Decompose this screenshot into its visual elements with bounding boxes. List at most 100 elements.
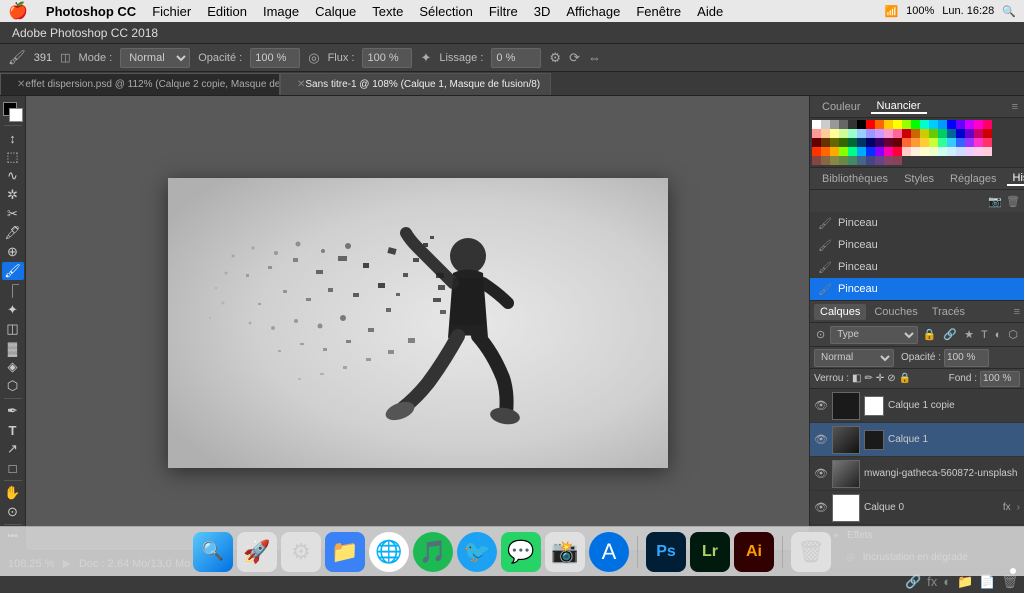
swatch-63[interactable] (839, 147, 848, 156)
swatch-46[interactable] (866, 138, 875, 147)
dock-messages[interactable]: 💬 (501, 532, 541, 572)
swatch-13[interactable] (929, 120, 938, 129)
swatch-53[interactable] (929, 138, 938, 147)
swatch-77[interactable] (965, 147, 974, 156)
layer-row-2[interactable]: 👁 Calque 1 (810, 423, 1024, 457)
swatch-35[interactable] (947, 129, 956, 138)
swatch-69[interactable] (893, 147, 902, 156)
swatch-30[interactable] (902, 129, 911, 138)
swatch-40[interactable] (812, 138, 821, 147)
dock-files[interactable]: 📁 (325, 532, 365, 572)
swatch-56[interactable] (956, 138, 965, 147)
history-item-3[interactable]: 🖌 Pinceau (810, 256, 1024, 278)
dock-twitter[interactable]: 🐦 (457, 532, 497, 572)
layer-row-1[interactable]: 👁 Calque 1 copie (810, 389, 1024, 423)
settings-icon[interactable]: ⚙ (549, 50, 561, 66)
dodge-btn[interactable]: ⬡ (2, 377, 24, 395)
swatch-68[interactable] (884, 147, 893, 156)
swatch-88[interactable] (884, 156, 893, 165)
crop-btn[interactable]: ✂ (2, 205, 24, 223)
swatch-62[interactable] (830, 147, 839, 156)
swatch-81[interactable] (821, 156, 830, 165)
swatch-55[interactable] (947, 138, 956, 147)
select-rect-btn[interactable]: ⬚ (2, 148, 24, 166)
swatch-54[interactable] (938, 138, 947, 147)
styles-tab[interactable]: Styles (898, 173, 940, 185)
calques-tab[interactable]: Calques (814, 304, 866, 320)
layer-3-visibility[interactable]: 👁 (814, 467, 828, 481)
swatch-70[interactable] (902, 147, 911, 156)
swatch-45[interactable] (857, 138, 866, 147)
dock-photos[interactable]: 📸 (545, 532, 585, 572)
swatch-89[interactable] (893, 156, 902, 165)
tab-2-close[interactable]: ✕ (297, 79, 305, 90)
dock-launchpad[interactable]: 🚀 (237, 532, 277, 572)
swatch-61[interactable] (821, 147, 830, 156)
swatch-24[interactable] (848, 129, 857, 138)
link-icon[interactable]: 🔗 (941, 328, 959, 341)
swatch-8[interactable] (884, 120, 893, 129)
swatch-51[interactable] (911, 138, 920, 147)
swatch-18[interactable] (974, 120, 983, 129)
swatch-9[interactable] (893, 120, 902, 129)
layer-2-visibility[interactable]: 👁 (814, 433, 828, 447)
delete-state-icon[interactable]: 🗑 (1006, 195, 1020, 208)
menu-calque[interactable]: Calque (307, 4, 364, 19)
swatch-65[interactable] (857, 147, 866, 156)
move-tool-btn[interactable]: ↕ (2, 129, 24, 147)
color-tab[interactable]: Couleur (816, 101, 867, 113)
swatch-21[interactable] (821, 129, 830, 138)
swatch-52[interactable] (920, 138, 929, 147)
menu-aide[interactable]: Aide (689, 4, 731, 19)
blur-btn[interactable]: ◈ (2, 358, 24, 376)
layer-1-visibility[interactable]: 👁 (814, 399, 828, 413)
historique-tab[interactable]: Historique (1007, 172, 1024, 186)
text-layer-icon[interactable]: T (979, 329, 990, 341)
dock-preferences[interactable]: ⚙ (281, 532, 321, 572)
swatch-80[interactable] (812, 156, 821, 165)
tab-1[interactable]: ✕ effet dispersion.psd @ 112% (Calque 2 … (0, 73, 280, 95)
swatch-37[interactable] (965, 129, 974, 138)
layer-opacity-input[interactable] (944, 349, 989, 367)
lock-icon[interactable]: 🔒 (921, 328, 939, 341)
panel-menu-icon[interactable]: ≡ (1012, 101, 1018, 113)
libraries-tab[interactable]: Bibliothèques (816, 173, 894, 185)
lasso-btn[interactable]: ∿ (2, 167, 24, 185)
spot-heal-btn[interactable]: ⊕ (2, 243, 24, 261)
swatch-87[interactable] (875, 156, 884, 165)
history-item-4[interactable]: 🖌 Pinceau (810, 278, 1024, 300)
swatch-23[interactable] (839, 129, 848, 138)
reglages-tab[interactable]: Réglages (944, 173, 1002, 185)
swatch-2[interactable] (830, 120, 839, 129)
swatch-73[interactable] (929, 147, 938, 156)
menu-texte[interactable]: Texte (364, 4, 411, 19)
add-style-icon[interactable]: fx (927, 574, 937, 589)
swatch-20[interactable] (812, 129, 821, 138)
clone-btn[interactable]: ⎾ (2, 281, 24, 300)
lock-all-icon[interactable]: 🔒 (899, 373, 911, 384)
swatch-16[interactable] (956, 120, 965, 129)
opacity-input[interactable] (250, 48, 300, 68)
swatch-50[interactable] (902, 138, 911, 147)
symmetry-icon[interactable]: ⇔ (588, 50, 601, 65)
menu-affichage[interactable]: Affichage (558, 4, 628, 19)
fond-input[interactable] (980, 371, 1020, 387)
path-select-btn[interactable]: ↗ (2, 440, 24, 458)
brush-btn[interactable]: 🖌 (2, 262, 24, 280)
swatch-82[interactable] (830, 156, 839, 165)
canvas-area[interactable] (26, 96, 809, 550)
swatch-76[interactable] (956, 147, 965, 156)
layer-row-3[interactable]: 👁 mwangi-gatheca-560872-unsplash (810, 457, 1024, 491)
layers-menu-icon[interactable]: ≡ (1014, 306, 1020, 318)
swatch-3[interactable] (839, 120, 848, 129)
couches-tab[interactable]: Couches (868, 304, 923, 320)
swatch-41[interactable] (821, 138, 830, 147)
swatch-66[interactable] (866, 147, 875, 156)
swatch-44[interactable] (848, 138, 857, 147)
swatch-5[interactable] (857, 120, 866, 129)
gradient-btn[interactable]: ▓ (2, 339, 24, 357)
swatch-67[interactable] (875, 147, 884, 156)
shape-btn[interactable]: □ (2, 459, 24, 477)
traces-tab[interactable]: Tracés (926, 304, 971, 320)
lock-image-icon[interactable]: ✏ (864, 373, 872, 384)
